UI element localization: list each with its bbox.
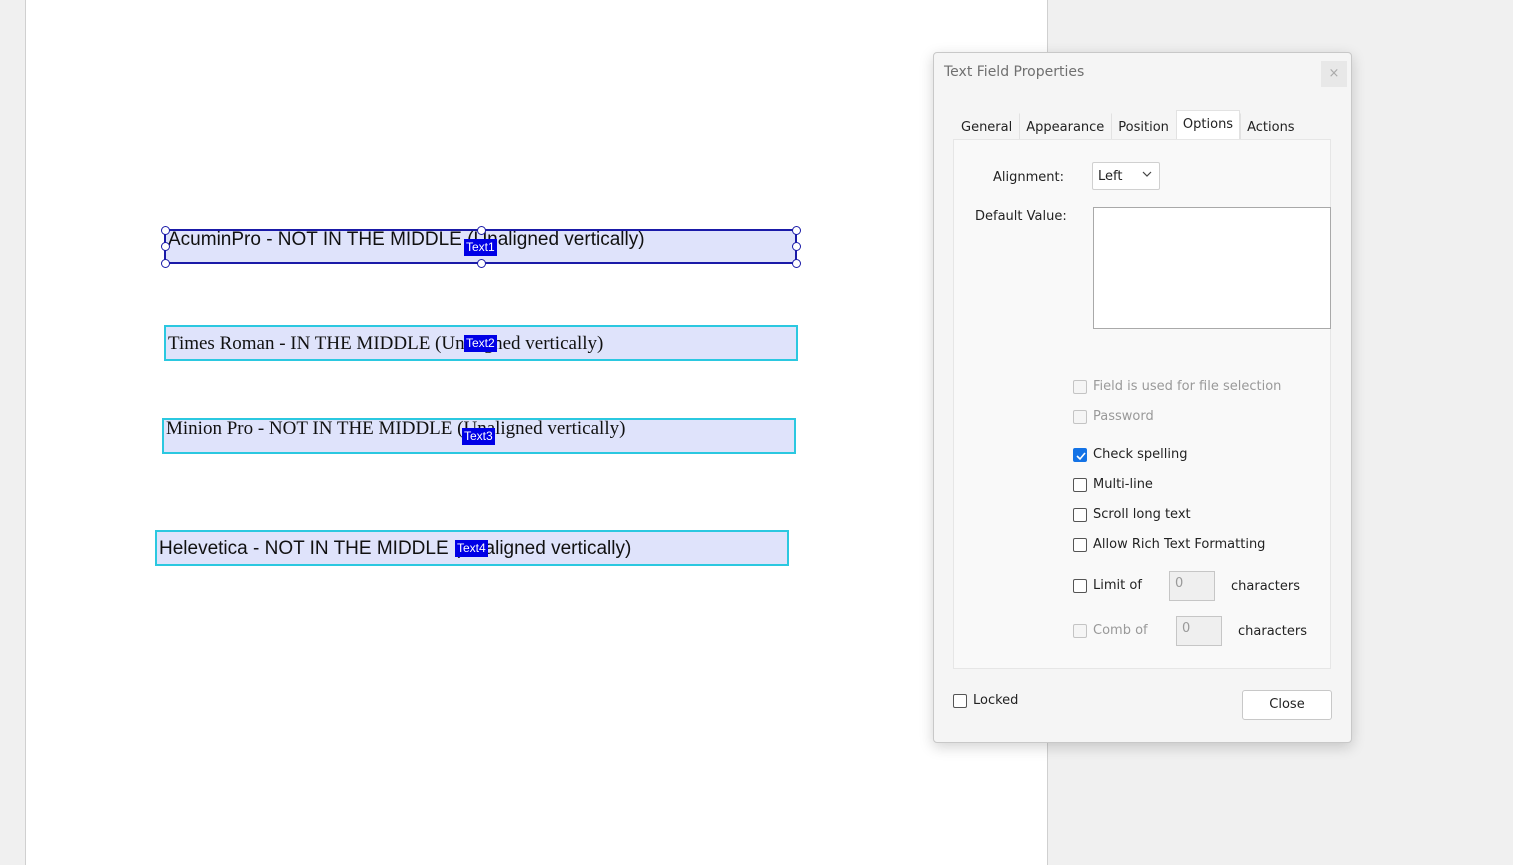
comb-of-label: Comb of	[1093, 623, 1148, 638]
tab-bar: General Appearance Position Options Acti…	[954, 110, 1302, 140]
field-name-tag-2: Text2	[464, 335, 497, 352]
tab-appearance[interactable]: Appearance	[1019, 113, 1111, 139]
limit-characters-label: characters	[1231, 579, 1301, 594]
limit-of-label: Limit of	[1093, 578, 1142, 593]
checkbox-box	[1073, 379, 1087, 394]
close-icon[interactable]: ×	[1321, 61, 1347, 87]
text-field-3[interactable]: Minion Pro - NOT IN THE MIDDLE (Unaligne…	[162, 418, 796, 454]
resize-handle-nw[interactable]	[161, 226, 170, 235]
file-selection-label: Field is used for file selection	[1093, 379, 1282, 394]
scroll-long-text-checkbox[interactable]: Scroll long text	[1073, 507, 1191, 522]
comb-characters-label: characters	[1238, 624, 1308, 639]
resize-handle-ne[interactable]	[792, 226, 801, 235]
resize-handle-s[interactable]	[477, 259, 486, 268]
resize-handle-e[interactable]	[792, 242, 801, 251]
close-button[interactable]: Close	[1242, 690, 1332, 720]
text-field-2-text: Times Roman - IN THE MIDDLE (Unaligned v…	[168, 333, 604, 354]
field-name-tag-4: Text4	[455, 540, 488, 557]
resize-handle-n[interactable]	[477, 226, 486, 235]
multi-line-checkbox[interactable]: Multi-line	[1073, 477, 1153, 492]
limit-of-input[interactable]: 0	[1169, 571, 1215, 601]
options-panel: Alignment: Left Default Value: Field is …	[953, 139, 1331, 669]
check-spelling-label: Check spelling	[1093, 447, 1188, 462]
rich-text-label: Allow Rich Text Formatting	[1093, 537, 1266, 552]
tab-options[interactable]: Options	[1175, 110, 1241, 140]
comb-of-input[interactable]: 0	[1176, 616, 1222, 646]
check-spelling-checkbox[interactable]: Check spelling	[1073, 447, 1187, 462]
resize-handle-w[interactable]	[161, 242, 170, 251]
checkmark-icon	[1076, 451, 1086, 460]
rich-text-checkbox[interactable]: Allow Rich Text Formatting	[1073, 537, 1265, 552]
file-selection-checkbox[interactable]: Field is used for file selection	[1073, 379, 1281, 394]
limit-of-checkbox[interactable]: Limit of	[1073, 578, 1142, 593]
tab-actions[interactable]: Actions	[1240, 113, 1302, 139]
alignment-select[interactable]: Left	[1092, 162, 1160, 190]
multi-line-label: Multi-line	[1093, 477, 1153, 492]
checkbox-box	[1073, 578, 1087, 593]
text-field-1-text: AcuminPro - NOT IN THE MIDDLE (Unaligned…	[168, 229, 645, 250]
text-field-2[interactable]: Times Roman - IN THE MIDDLE (Unaligned v…	[164, 325, 798, 361]
default-value-label: Default Value:	[975, 209, 1067, 224]
checkbox-box	[1073, 537, 1087, 552]
tab-position[interactable]: Position	[1111, 113, 1176, 139]
resize-handle-sw[interactable]	[161, 259, 170, 268]
text-field-4-text: Helevetica - NOT IN THE MIDDLE (Unaligne…	[159, 538, 632, 559]
password-checkbox[interactable]: Password	[1073, 409, 1154, 424]
checkbox-box	[1073, 477, 1087, 492]
chevron-down-icon	[1142, 171, 1152, 177]
checkbox-box	[1073, 409, 1087, 424]
scroll-long-text-label: Scroll long text	[1093, 507, 1191, 522]
checkbox-box	[1073, 623, 1087, 638]
checkbox-box	[1073, 507, 1087, 522]
text-field-3-text: Minion Pro - NOT IN THE MIDDLE (Unaligne…	[166, 418, 626, 439]
text-field-properties-dialog: Text Field Properties × General Appearan…	[933, 52, 1352, 743]
alignment-label: Alignment:	[993, 170, 1064, 185]
dialog-title: Text Field Properties	[944, 64, 1085, 80]
default-value-input[interactable]	[1093, 207, 1331, 329]
resize-handle-se[interactable]	[792, 259, 801, 268]
pdf-page: AcuminPro - NOT IN THE MIDDLE (Unaligned…	[25, 0, 1048, 865]
alignment-value: Left	[1098, 169, 1123, 184]
tab-general[interactable]: General	[954, 113, 1019, 139]
password-label: Password	[1093, 409, 1154, 424]
comb-of-checkbox[interactable]: Comb of	[1073, 623, 1148, 638]
text-field-4[interactable]: Helevetica - NOT IN THE MIDDLE (Unaligne…	[155, 530, 789, 566]
field-name-tag-1: Text1	[464, 239, 497, 256]
checkbox-box	[953, 693, 967, 708]
checkbox-box-checked	[1073, 447, 1087, 462]
locked-label: Locked	[973, 693, 1019, 708]
locked-checkbox[interactable]: Locked	[953, 693, 1018, 708]
field-name-tag-3: Text3	[462, 428, 495, 445]
